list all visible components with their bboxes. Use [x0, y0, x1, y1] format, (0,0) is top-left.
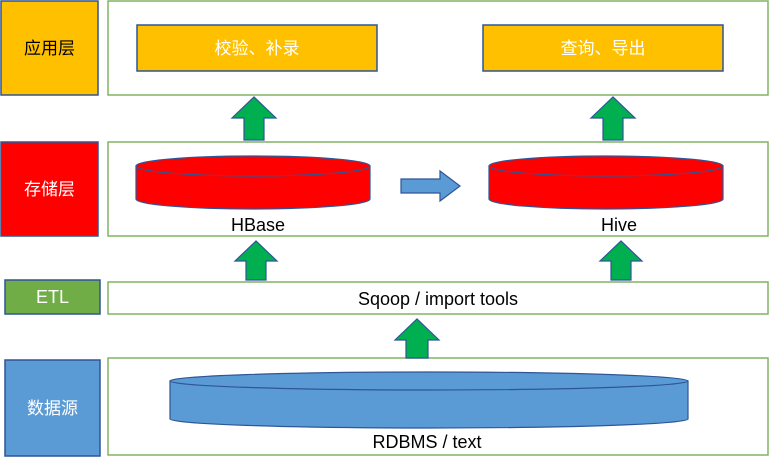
layer-label-application: 应用层	[0, 0, 99, 96]
app-box-query: 查询、导出	[482, 24, 724, 72]
hive-label: Hive	[601, 215, 637, 235]
app-box-query-text: 查询、导出	[561, 39, 646, 59]
rdbms-cylinder	[169, 371, 689, 429]
hbase-cylinder	[135, 155, 371, 210]
rdbms-label: RDBMS / text	[372, 432, 481, 452]
up-arrow-etl-to-hbase	[233, 240, 279, 281]
app-box-validate: 校验、补录	[136, 24, 378, 72]
layer-label-source-text: 数据源	[27, 399, 78, 419]
architecture-diagram: 应用层 存储层 ETL 数据源 校验、补录 查询、导出 HBase Hive S…	[0, 0, 769, 457]
layer-label-application-text: 应用层	[24, 39, 75, 59]
hive-cylinder	[488, 155, 724, 210]
layer-label-source: 数据源	[4, 359, 101, 457]
app-box-validate-text: 校验、补录	[215, 39, 300, 59]
up-arrow-source-to-etl	[393, 318, 441, 359]
up-arrow-etl-to-hive	[598, 240, 644, 281]
layer-label-storage-text: 存储层	[24, 180, 75, 200]
layer-label-etl: ETL	[4, 279, 101, 315]
layer-label-storage: 存储层	[0, 141, 99, 237]
hbase-label: HBase	[231, 215, 285, 235]
layer-label-etl-text: ETL	[36, 287, 69, 307]
etl-bar-label: Sqoop / import tools	[358, 289, 518, 309]
up-arrow-hbase-to-app	[230, 96, 278, 141]
up-arrow-hive-to-app	[589, 96, 637, 141]
